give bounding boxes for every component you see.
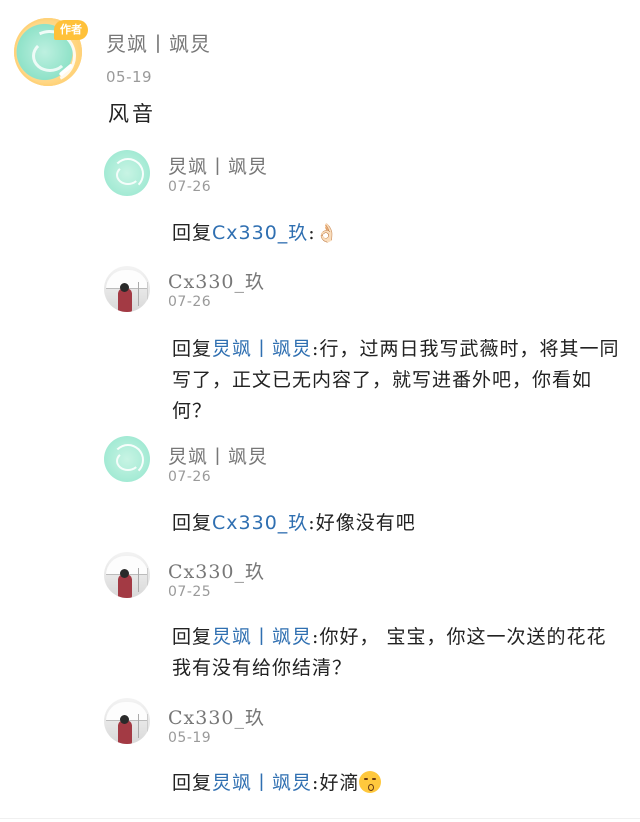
- reply-date: 05-19: [168, 730, 212, 746]
- kissing-face-icon: [359, 771, 382, 793]
- reply-prefix: 回复: [172, 222, 213, 244]
- avatar-swirl-inner: [32, 40, 68, 72]
- reply-message: 好滴: [319, 772, 360, 794]
- reply-username[interactable]: Cx330_玖: [168, 703, 265, 730]
- reply-prefix: 回复: [172, 338, 213, 360]
- reply-prefix: 回复: [172, 512, 213, 534]
- reply-username[interactable]: 炅飒丨飒炅: [168, 442, 268, 469]
- mention-link[interactable]: Cx330_玖: [212, 512, 308, 534]
- mention-link[interactable]: 炅飒丨飒炅: [212, 338, 312, 360]
- figure-head: [120, 569, 129, 578]
- divider: [0, 818, 640, 819]
- author-badge: 作者: [54, 20, 88, 40]
- reply-avatar-umbrella-icon[interactable]: [104, 266, 150, 312]
- reply-text-block: 回复炅飒丨飒炅:行，过两日我写武薇时，将其一同写了，正文已无内容了，就写进番外吧…: [172, 334, 622, 427]
- tree-shape: [138, 282, 148, 306]
- figure-head: [120, 715, 129, 724]
- reply-text-block: 回复Cx330_玖:好像没有吧: [172, 508, 622, 539]
- reply-text-block: 回复炅飒丨飒炅:好滴: [172, 768, 622, 799]
- reply-avatar-leaf-icon[interactable]: [104, 150, 150, 196]
- reply-message: 好像没有吧: [315, 512, 416, 534]
- reply-username[interactable]: 炅飒丨飒炅: [168, 152, 268, 179]
- reply-date: 07-26: [168, 294, 212, 310]
- tree-shape: [138, 714, 148, 738]
- reply-avatar-umbrella-icon[interactable]: [104, 552, 150, 598]
- main-comment-text: 风音: [108, 102, 156, 126]
- reply-separator: :: [308, 512, 316, 534]
- reply-text-block: 回复Cx330_玖:👌🏻: [172, 218, 622, 249]
- avatar-swirl-inner: [116, 451, 140, 471]
- main-username[interactable]: 炅飒丨飒炅: [106, 28, 211, 57]
- ok-hand-icon: 👌🏻: [315, 223, 340, 244]
- reply-date: 07-26: [168, 469, 212, 485]
- reply-username[interactable]: Cx330_玖: [168, 267, 265, 294]
- reply-separator: :: [308, 222, 316, 244]
- mention-link[interactable]: Cx330_玖: [212, 222, 308, 244]
- figure-head: [120, 283, 129, 292]
- reply-avatar-umbrella-icon[interactable]: [104, 698, 150, 744]
- reply-prefix: 回复: [172, 772, 213, 794]
- reply-prefix: 回复: [172, 626, 213, 648]
- mention-link[interactable]: 炅飒丨飒炅: [212, 626, 312, 648]
- avatar-swirl-inner: [116, 165, 140, 185]
- tree-shape: [138, 568, 148, 592]
- reply-avatar-leaf-icon[interactable]: [104, 436, 150, 482]
- reply-text-block: 回复炅飒丨飒炅:你好， 宝宝，你这一次送的花花 我有没有给你结清？: [172, 622, 622, 684]
- reply-date: 07-25: [168, 584, 212, 600]
- main-date: 05-19: [106, 68, 153, 86]
- mention-link[interactable]: 炅飒丨飒炅: [212, 772, 312, 794]
- reply-date: 07-26: [168, 179, 212, 195]
- reply-username[interactable]: Cx330_玖: [168, 557, 265, 584]
